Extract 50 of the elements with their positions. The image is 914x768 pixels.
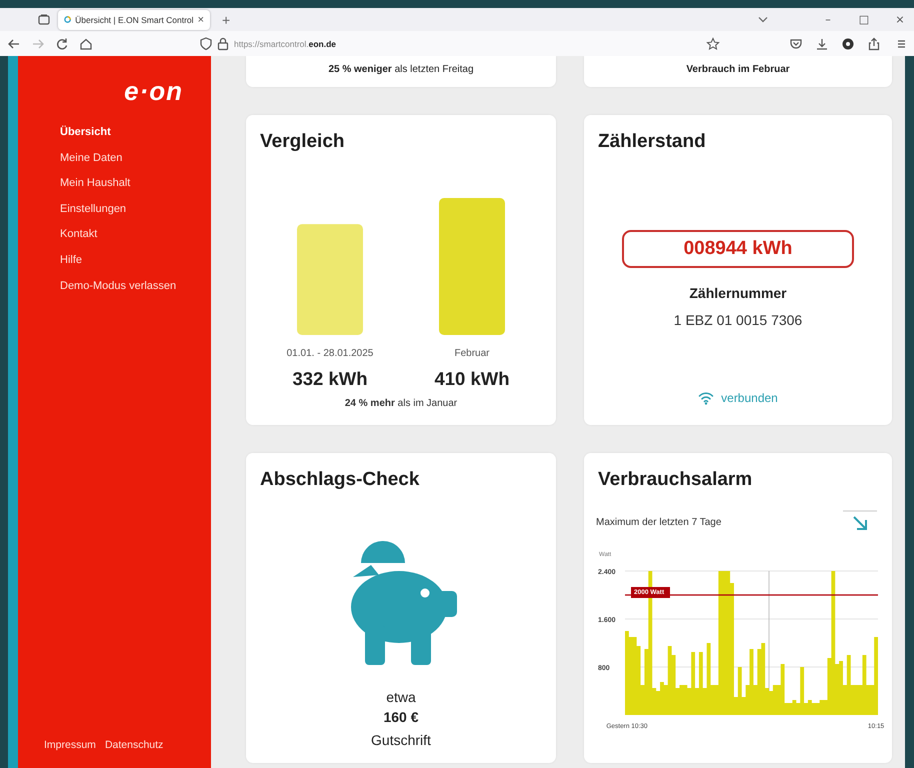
footer-link[interactable]: Datenschutz	[104, 738, 164, 754]
comparison-text: 24 % mehr als im Januar	[344, 398, 458, 409]
sidebar-item[interactable]: Übersicht	[60, 125, 111, 141]
consumption-value: 410 kWh	[434, 368, 510, 389]
tab-close-button[interactable]: ×	[198, 14, 204, 26]
meter-number: 1 EBZ 01 0015 7306	[672, 311, 804, 329]
consumption-value: 332 kWh	[292, 368, 368, 389]
favicon-icon	[64, 14, 72, 25]
card-title: Zählerstand	[598, 130, 707, 154]
tab-overview-icon[interactable]	[38, 14, 50, 25]
shield-icon	[200, 36, 212, 50]
summary-text: 25 % weniger als letzten Freitag	[328, 64, 474, 75]
minimize-button[interactable]: –	[814, 13, 842, 26]
maximize-button[interactable]: □	[850, 13, 878, 26]
reload-icon[interactable]	[55, 36, 69, 50]
card-title: Verbrauchsalarm	[598, 468, 754, 492]
summary-text: Verbrauch im Februar	[686, 64, 790, 75]
amount-value: 160 €	[382, 708, 420, 726]
sidebar-item[interactable]: Hilfe	[60, 252, 82, 269]
amount-prefix: etwa	[385, 688, 417, 706]
share-icon[interactable]	[867, 36, 881, 50]
address-field[interactable]: https://smartcontrol.eon.de	[234, 38, 336, 48]
star-icon[interactable]	[706, 36, 720, 50]
card-title: Abschlags-Check	[260, 468, 420, 492]
tab-title: Übersicht | E.ON Smart Control	[75, 14, 194, 24]
meter-reading: 008944 kWh	[622, 230, 854, 268]
footer-link[interactable]: Impressum	[44, 738, 96, 754]
sidebar-item[interactable]: Meine Daten	[60, 150, 122, 166]
account-icon[interactable]	[841, 36, 855, 50]
chart-subtitle: Maximum der letzten 7 Tage	[596, 516, 722, 528]
sidebar-item[interactable]: Einstellungen	[60, 202, 126, 218]
home-icon[interactable]	[79, 36, 93, 50]
meter-label: Zählernummer	[688, 284, 788, 302]
lock-icon	[217, 36, 229, 50]
pocket-icon[interactable]	[789, 36, 803, 50]
back-icon[interactable]	[7, 36, 21, 50]
new-tab-button[interactable]: +	[218, 12, 234, 28]
amount-label: Gutschrift	[370, 731, 432, 749]
period-label: 01.01. - 28.01.2025	[286, 348, 374, 359]
sidebar-item[interactable]: Mein Haushalt	[60, 176, 130, 192]
sidebar-item[interactable]: Kontakt	[60, 227, 98, 243]
period-label: Februar	[454, 348, 490, 359]
eon-logo: e·on	[124, 78, 183, 104]
card-title: Vergleich	[260, 130, 346, 154]
sidebar-item[interactable]: Demo-Modus verlassen	[60, 278, 176, 294]
download-icon[interactable]	[815, 36, 829, 50]
connection-status: verbunden	[721, 391, 778, 405]
close-button[interactable]: ×	[886, 13, 914, 26]
chevron-down-icon[interactable]	[758, 16, 768, 23]
browser-tab[interactable]: Übersicht | E.ON Smart Control ×	[58, 10, 210, 30]
